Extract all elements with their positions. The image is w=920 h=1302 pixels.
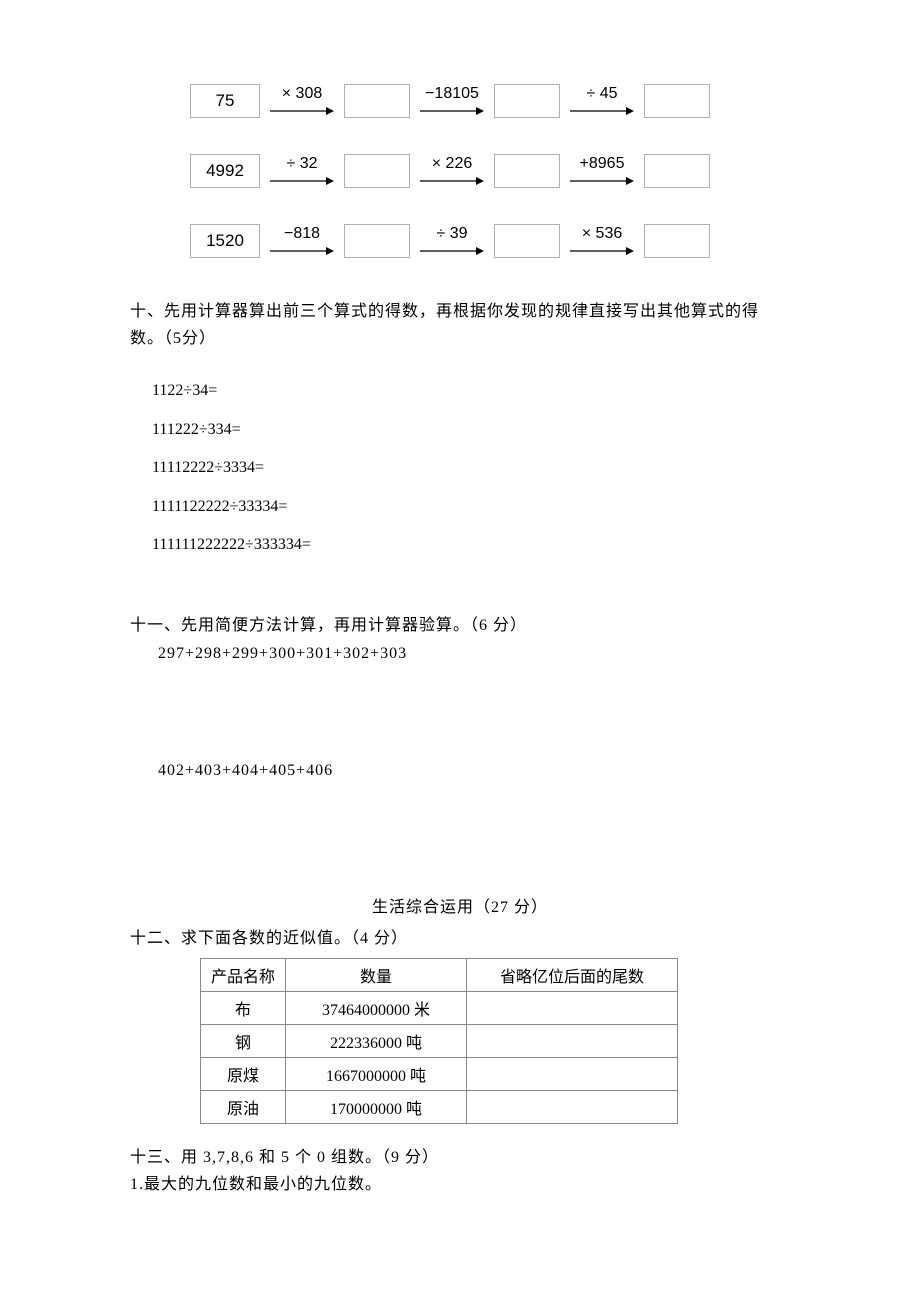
cell-name: 钢 bbox=[201, 1025, 286, 1058]
flow-result-box bbox=[644, 84, 710, 118]
flow-arrow: ÷ 32 bbox=[266, 155, 338, 187]
flow-start-box: 1520 bbox=[190, 224, 260, 258]
flow-arrow: × 536 bbox=[566, 225, 638, 257]
col-header-qty: 数量 bbox=[286, 959, 467, 992]
flow-row-3: 1520 −818 ÷ 39 × 536 bbox=[190, 224, 790, 258]
col-header-approx: 省略亿位后面的尾数 bbox=[467, 959, 678, 992]
q12-table: 产品名称 数量 省略亿位后面的尾数 布 37464000000 米 钢 2223… bbox=[200, 958, 678, 1124]
q10-eq: 111111222222÷333334= bbox=[152, 526, 790, 564]
flow-result-box bbox=[644, 224, 710, 258]
arrow-right-icon bbox=[420, 245, 484, 257]
flow-start-box: 75 bbox=[190, 84, 260, 118]
flow-arrow: ÷ 39 bbox=[416, 225, 488, 257]
flow-op-label: −818 bbox=[284, 225, 320, 243]
cell-qty: 170000000 吨 bbox=[286, 1091, 467, 1124]
arrow-right-icon bbox=[270, 175, 334, 187]
arrow-right-icon bbox=[570, 175, 634, 187]
flow-chains: 75 × 308 −18105 ÷ 45 4992 ÷ 32 bbox=[190, 84, 790, 258]
table-row: 原煤 1667000000 吨 bbox=[201, 1058, 678, 1091]
flow-arrow: ÷ 45 bbox=[566, 85, 638, 117]
q11-expr-2: 402+403+404+405+406 bbox=[158, 757, 790, 784]
q12-title: 十二、求下面各数的近似值。（4 分） bbox=[130, 925, 790, 952]
cell-approx bbox=[467, 992, 678, 1025]
arrow-right-icon bbox=[420, 105, 484, 117]
cell-qty: 1667000000 吨 bbox=[286, 1058, 467, 1091]
q13-sub1: 1.最大的九位数和最小的九位数。 bbox=[130, 1171, 790, 1198]
flow-result-box bbox=[494, 154, 560, 188]
flow-op-label: × 308 bbox=[282, 85, 322, 103]
q10-equations: 1122÷34= 111222÷334= 11112222÷3334= 1111… bbox=[152, 372, 790, 564]
flow-arrow: × 308 bbox=[266, 85, 338, 117]
arrow-right-icon bbox=[420, 175, 484, 187]
q10-title: 十、先用计算器算出前三个算式的得数，再根据你发现的规律直接写出其他算式的得数。（… bbox=[130, 298, 790, 352]
arrow-right-icon bbox=[270, 105, 334, 117]
flow-arrow: +8965 bbox=[566, 155, 638, 187]
table-header-row: 产品名称 数量 省略亿位后面的尾数 bbox=[201, 959, 678, 992]
flow-result-box bbox=[344, 154, 410, 188]
flow-op-label: −18105 bbox=[425, 85, 479, 103]
q10-eq: 111222÷334= bbox=[152, 411, 790, 449]
q10-eq: 1111122222÷33334= bbox=[152, 488, 790, 526]
cell-approx bbox=[467, 1025, 678, 1058]
cell-approx bbox=[467, 1058, 678, 1091]
cell-name: 原煤 bbox=[201, 1058, 286, 1091]
q13-title: 十三、用 3,7,8,6 和 5 个 0 组数。（9 分） bbox=[130, 1144, 790, 1171]
cell-approx bbox=[467, 1091, 678, 1124]
table-row: 原油 170000000 吨 bbox=[201, 1091, 678, 1124]
flow-start-value: 75 bbox=[216, 91, 235, 111]
arrow-right-icon bbox=[270, 245, 334, 257]
cell-name: 布 bbox=[201, 992, 286, 1025]
flow-row-1: 75 × 308 −18105 ÷ 45 bbox=[190, 84, 790, 118]
flow-start-value: 4992 bbox=[206, 161, 244, 181]
flow-arrow: × 226 bbox=[416, 155, 488, 187]
table-row: 布 37464000000 米 bbox=[201, 992, 678, 1025]
q11-expr-1: 297+298+299+300+301+302+303 bbox=[158, 640, 790, 667]
flow-result-box bbox=[344, 84, 410, 118]
flow-op-label: × 226 bbox=[432, 155, 472, 173]
arrow-right-icon bbox=[570, 245, 634, 257]
flow-start-box: 4992 bbox=[190, 154, 260, 188]
flow-op-label: × 536 bbox=[582, 225, 622, 243]
flow-result-box bbox=[494, 84, 560, 118]
arrow-right-icon bbox=[570, 105, 634, 117]
flow-result-box bbox=[494, 224, 560, 258]
flow-op-label: +8965 bbox=[580, 155, 625, 173]
cell-name: 原油 bbox=[201, 1091, 286, 1124]
flow-start-value: 1520 bbox=[206, 231, 244, 251]
table-row: 钢 222336000 吨 bbox=[201, 1025, 678, 1058]
flow-op-label: ÷ 45 bbox=[586, 85, 617, 103]
flow-result-box bbox=[344, 224, 410, 258]
flow-result-box bbox=[644, 154, 710, 188]
flow-row-2: 4992 ÷ 32 × 226 +8965 bbox=[190, 154, 790, 188]
col-header-name: 产品名称 bbox=[201, 959, 286, 992]
flow-arrow: −18105 bbox=[416, 85, 488, 117]
flow-op-label: ÷ 32 bbox=[286, 155, 317, 173]
flow-arrow: −818 bbox=[266, 225, 338, 257]
cell-qty: 222336000 吨 bbox=[286, 1025, 467, 1058]
cell-qty: 37464000000 米 bbox=[286, 992, 467, 1025]
q10-eq: 1122÷34= bbox=[152, 372, 790, 410]
q10-eq: 11112222÷3334= bbox=[152, 449, 790, 487]
q11-title: 十一、先用简便方法计算，再用计算器验算。（6 分） bbox=[130, 612, 790, 639]
life-section-title: 生活综合运用（27 分） bbox=[130, 894, 790, 921]
flow-op-label: ÷ 39 bbox=[436, 225, 467, 243]
